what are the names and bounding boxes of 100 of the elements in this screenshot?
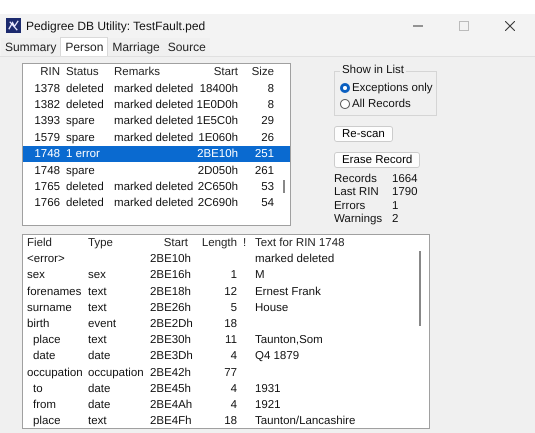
table-cell-text: 1765	[33, 180, 61, 193]
table-cell-text: surname	[26, 302, 73, 314]
table-cell-text: 2BE18h	[149, 286, 192, 298]
table-cell-text: 2BE10h	[149, 253, 192, 266]
window-title: Pedigree DB Utility: TestFault.ped	[26, 18, 206, 32]
record-row[interactable]: 1378 deleted marked deleted 18400h 8	[23, 80, 290, 97]
record-row[interactable]: 1382 deleted marked deleted 1E0D0h 8	[23, 96, 290, 114]
table-cell-text: 4	[230, 398, 238, 411]
column-header[interactable]: Length	[192, 237, 241, 250]
table-cell-text: marked deleted	[113, 98, 193, 111]
column-header[interactable]: Remarks	[111, 66, 193, 78]
table-cell-text: marked deleted	[113, 197, 193, 210]
stat-label: Records	[334, 173, 378, 186]
table-cell-text: 2D050h	[196, 164, 239, 177]
record-row[interactable]: 1579 spare marked deleted 1E060h 26	[23, 130, 290, 146]
column-header[interactable]: Field	[23, 237, 84, 250]
table-cell-text: deleted	[65, 82, 105, 95]
table-cell-text: 2C690h	[196, 197, 239, 210]
radio-option[interactable]: All Records	[340, 96, 432, 112]
record-row[interactable]: 1748 spare 2D050h 261	[23, 162, 290, 179]
column-header[interactable]: RIN	[23, 66, 63, 78]
table-cell-text: 2BE4Ah	[149, 398, 192, 411]
table-cell-text: 54	[260, 197, 275, 210]
stat-label: Last RIN	[334, 186, 380, 200]
table-cell-text: to	[32, 382, 44, 395]
table-cell-text: 2BE26h	[149, 302, 192, 314]
table-cell-text: 1 error	[65, 148, 101, 160]
table-cell-text: deleted	[65, 180, 105, 193]
column-header[interactable]: Status	[63, 66, 111, 78]
table-cell-text: 29	[260, 115, 275, 128]
table-cell-text: sex	[87, 269, 107, 282]
table-cell-text: Taunton,Som	[254, 334, 324, 346]
table-cell-text: 26	[260, 132, 275, 144]
table-cell-text: 4	[230, 350, 238, 362]
table-cell-text: spare	[65, 164, 96, 177]
table-cell-text: deleted	[65, 98, 105, 111]
table-cell-text: M	[254, 269, 266, 282]
record-row[interactable]: 1765 deleted marked deleted 2C650h 53	[23, 178, 290, 196]
table-cell-text: marked deleted	[113, 132, 193, 144]
push-button[interactable]: Erase Record	[334, 152, 420, 168]
table-cell-text: sex	[26, 269, 46, 282]
table-cell-text: 1E5C0h	[195, 115, 239, 128]
table-cell-text: 2BE30h	[149, 334, 192, 346]
radio-option[interactable]: Exceptions only	[340, 80, 432, 96]
table-cell-text: place	[32, 415, 62, 428]
push-button[interactable]: Re-scan	[334, 126, 393, 142]
stat-value: 2	[392, 212, 400, 226]
column-header[interactable]: Text for RIN 1748	[251, 237, 411, 250]
table-cell-text: 53	[260, 180, 275, 193]
table-cell-text: 1393	[33, 115, 61, 128]
column-header[interactable]: !	[241, 237, 251, 250]
table-cell-text: marked deleted	[113, 82, 193, 95]
column-header[interactable]: Type	[84, 237, 146, 250]
table-cell-text: 2BE4Fh	[149, 415, 192, 428]
table-cell-text: 2BE2Dh	[149, 318, 192, 330]
column-header[interactable]: Start	[193, 66, 241, 78]
record-row[interactable]: 1393 spare marked deleted 1E5C0h 29	[23, 113, 290, 130]
table-cell-text: event	[87, 318, 118, 330]
table-cell-text: 18	[223, 318, 238, 330]
table-cell-text: 77	[223, 366, 238, 379]
table-cell-text: place	[32, 334, 62, 346]
table-cell-text: 11	[224, 334, 238, 346]
table-cell-text: marked deleted	[254, 253, 336, 266]
table-cell-text: 1382	[33, 98, 61, 111]
table-cell-text: birth	[26, 318, 50, 330]
tab[interactable]: Person	[60, 37, 108, 56]
column-header[interactable]: Size	[241, 66, 277, 78]
table-cell-text: text	[87, 302, 108, 314]
table-cell-text: 12	[223, 286, 238, 298]
table-cell-text: 8	[266, 82, 275, 95]
stat-label: Errors	[334, 200, 366, 213]
table-cell-text: date	[32, 350, 56, 362]
group-title: Show in List	[340, 64, 406, 76]
stat-value: 1664	[392, 173, 418, 186]
table-cell-text: text	[87, 286, 108, 298]
table-cell-text: 1E060h	[197, 132, 239, 144]
stat-value: 1790	[392, 186, 418, 200]
table-cell-text: 1931	[254, 382, 282, 395]
table-cell-text: occupation	[26, 366, 84, 379]
table-cell-text: 1748	[33, 164, 61, 177]
column-header[interactable]: Start	[146, 237, 192, 250]
table-cell-text: 8	[266, 98, 275, 111]
record-row[interactable]: 1766 deleted marked deleted 2C690h 54	[23, 195, 290, 212]
record-row[interactable]: 1748 1 error 2BE10h 251	[23, 146, 290, 162]
table-cell-text: House	[254, 302, 290, 314]
table-cell-text: spare	[65, 132, 96, 144]
table-cell-text: <error>	[26, 253, 66, 266]
table-cell-text: 1378	[33, 82, 61, 95]
table-cell-text: text	[87, 334, 108, 346]
table-cell-text: forenames	[26, 286, 82, 298]
table-cell-text: date	[87, 350, 112, 362]
table-cell-text: 5	[230, 302, 238, 314]
table-cell-text: 1E0D0h	[195, 98, 239, 111]
table-cell-text: 1	[230, 269, 238, 282]
table-cell-text: spare	[65, 115, 96, 128]
table-cell-text: 1766	[33, 197, 61, 210]
table-cell-text: 2C650h	[196, 180, 239, 193]
table-cell-text: Q4 1879	[254, 350, 300, 362]
table-cell-text: 4	[230, 382, 238, 395]
table-cell-text: 2BE10h	[196, 148, 239, 160]
